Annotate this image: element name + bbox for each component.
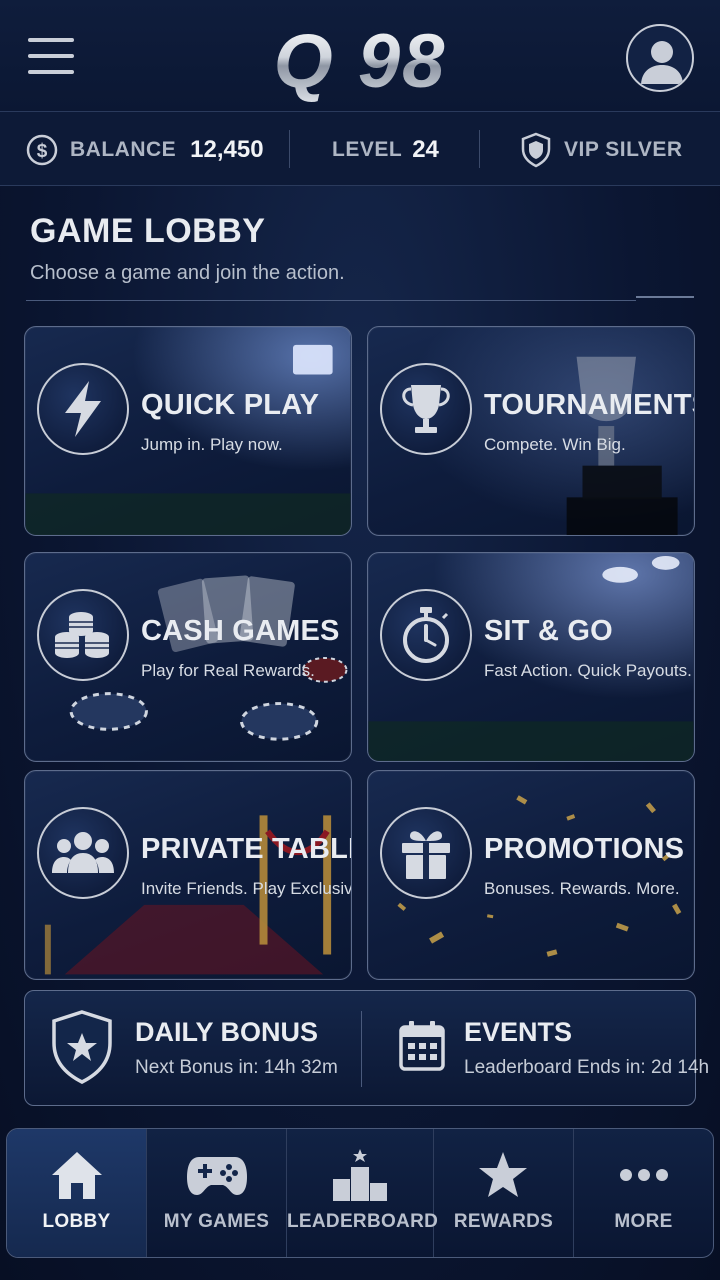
gamepad-icon [186, 1157, 247, 1195]
card-title: PRIVATE TABLES [141, 833, 351, 865]
status-bar: $ BALANCE 12,450 LEVEL 24 VIP SILVER [0, 112, 720, 186]
more-icon [619, 1169, 668, 1181]
level-label: LEVEL [332, 138, 403, 161]
balance-stat: $ BALANCE 12,450 [26, 132, 264, 168]
home-icon [51, 1152, 102, 1199]
bonus-events-bar: DAILY BONUS Next Bonus in: 14h 32m EVENT… [24, 990, 709, 1107]
card-subtitle: Jump in. Play now. [141, 435, 283, 454]
events-section[interactable]: EVENTS Leaderboard Ends in: 2d 14h [362, 991, 709, 1107]
private-tables-card[interactable]: PRIVATE TABLES Invite Friends. Play Excl… [24, 770, 352, 980]
cash-games-card[interactable]: CASH GAMES Play for Real Rewards. [24, 552, 352, 762]
page-title: GAME LOBBY [30, 212, 266, 250]
card-subtitle: Fast Action. Quick Payouts. [484, 661, 692, 680]
title-divider-accent [636, 296, 694, 298]
nav-label: LOBBY [42, 1211, 111, 1232]
level-stat: LEVEL 24 [332, 132, 439, 168]
card-subtitle: Invite Friends. Play Exclusive. [141, 879, 352, 898]
group-icon [37, 807, 129, 899]
card-subtitle: Bonuses. Rewards. More. [484, 879, 680, 898]
trophy-icon [380, 363, 472, 455]
sit-and-go-card[interactable]: SIT & GO Fast Action. Quick Payouts. [367, 552, 695, 762]
tournaments-card[interactable]: TOURNAMENTS Compete. Win Big. [367, 326, 695, 536]
star-icon [479, 1152, 528, 1197]
balance-value: 12,450 [190, 136, 264, 163]
shield-star-icon [52, 1010, 112, 1084]
stat-divider [289, 130, 290, 168]
title-divider [26, 300, 636, 301]
shield-icon [521, 132, 551, 168]
card-title: QUICK PLAY [141, 389, 320, 421]
nav-label: LEADERBOARD [287, 1211, 439, 1232]
nav-label: REWARDS [453, 1211, 554, 1232]
bottom-nav: LOBBY MY GAMES LEADERBOARD REWARDS MORE [6, 1128, 714, 1258]
card-title: SIT & GO [484, 615, 613, 647]
nav-item-leaderboard[interactable]: LEADERBOARD [287, 1129, 439, 1257]
card-title: CASH GAMES [141, 615, 340, 647]
lightning-icon [37, 363, 129, 455]
vip-status[interactable]: VIP SILVER [520, 132, 683, 168]
promotions-card[interactable]: PROMOTIONS Bonuses. Rewards. More. [367, 770, 695, 980]
svg-text:$: $ [37, 141, 48, 162]
nav-item-my-games[interactable]: MY GAMES [147, 1129, 288, 1257]
quick-play-card[interactable]: QUICK PLAY Jump in. Play now. [24, 326, 352, 536]
daily-bonus-section[interactable]: DAILY BONUS Next Bonus in: 14h 32m [25, 991, 361, 1107]
app-logo: Q 98 [0, 18, 720, 105]
nav-label: MY GAMES [163, 1211, 270, 1232]
level-value: 24 [412, 136, 439, 163]
app-header: Q 98 [0, 0, 720, 112]
calendar-icon [399, 1021, 445, 1071]
daily-bonus-timer: Next Bonus in: 14h 32m [135, 1057, 338, 1078]
podium-icon [333, 1149, 387, 1201]
nav-item-more[interactable]: MORE [574, 1129, 713, 1257]
chips-icon [37, 589, 129, 681]
vip-label: VIP SILVER [564, 138, 683, 161]
nav-item-rewards[interactable]: REWARDS [434, 1129, 574, 1257]
nav-item-lobby[interactable]: LOBBY [7, 1129, 148, 1257]
balance-label: BALANCE [70, 138, 177, 161]
nav-label: MORE [614, 1211, 673, 1232]
card-title: TOURNAMENTS [484, 389, 695, 421]
card-title: PROMOTIONS [484, 833, 685, 865]
card-subtitle: Compete. Win Big. [484, 435, 626, 454]
stopwatch-icon [380, 589, 472, 681]
events-title: EVENTS [464, 1017, 573, 1047]
card-subtitle: Play for Real Rewards. [141, 661, 315, 680]
daily-bonus-title: DAILY BONUS [135, 1017, 319, 1047]
stat-divider [479, 130, 480, 168]
coin-icon: $ [26, 134, 58, 166]
profile-avatar-button[interactable] [626, 24, 694, 92]
events-timer: Leaderboard Ends in: 2d 14h [464, 1057, 710, 1078]
page-subtitle: Choose a game and join the action. [30, 262, 345, 284]
gift-icon [380, 807, 472, 899]
